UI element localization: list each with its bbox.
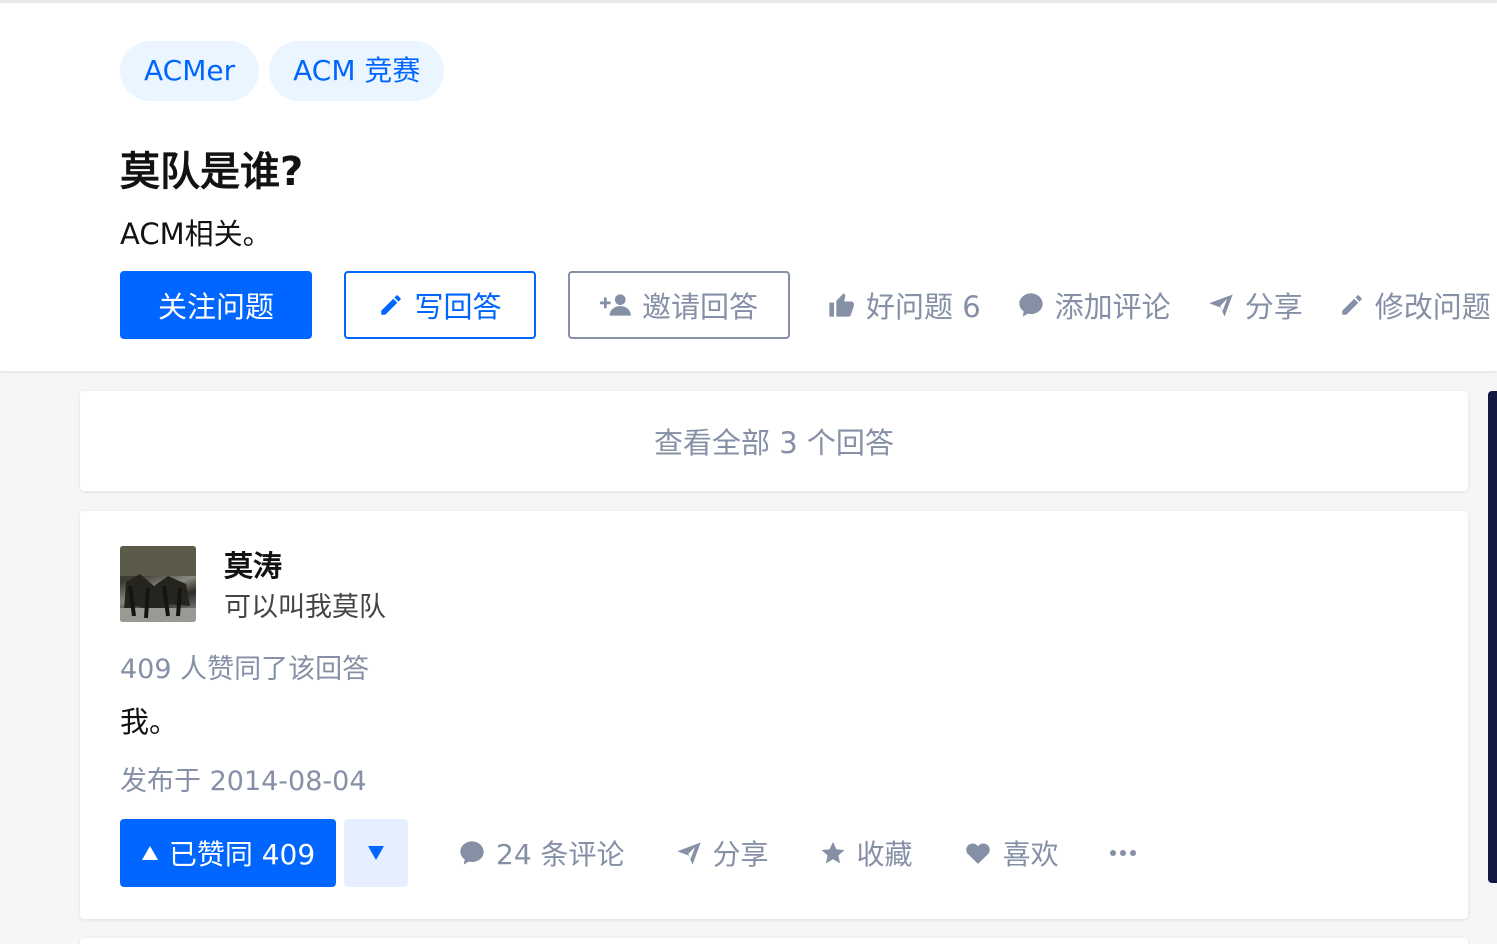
invite-answer-label: 邀请回答 <box>641 290 758 324</box>
star-icon <box>821 841 844 864</box>
question-header: ACMer ACM 竞赛 莫队是谁? ACM相关。 关注问题 写回答 邀请回答 … <box>0 3 1497 371</box>
share-question-label: 分享 <box>1244 290 1303 324</box>
vote-summary: 409 人赞同了该回答 <box>120 654 370 685</box>
comments-button[interactable]: 24 条评论 <box>458 833 625 873</box>
question-title: 莫队是谁? <box>120 149 304 195</box>
like-button[interactable]: 喜欢 <box>963 833 1059 873</box>
topic-tag-acmer[interactable]: ACMer <box>120 41 260 101</box>
downvote-button[interactable] <box>344 819 408 887</box>
question-detail: ACM相关。 <box>120 217 272 251</box>
avatar[interactable] <box>120 546 196 622</box>
heart-icon <box>965 843 990 864</box>
like-label: 喜欢 <box>1002 838 1059 871</box>
collect-button[interactable]: 收藏 <box>819 833 913 873</box>
question-actions: 关注问题 写回答 邀请回答 好问题 6 添加评论 分享 修改问题 <box>120 271 1491 339</box>
edit-question-label: 修改问题 <box>1374 290 1491 324</box>
write-answer-label: 写回答 <box>414 290 502 324</box>
view-all-answers-button[interactable]: 查看全部 3 个回答 <box>80 391 1468 491</box>
edit-question-button[interactable]: 修改问题 <box>1339 284 1491 326</box>
next-answer-card <box>80 938 1468 944</box>
pencil-icon <box>1341 295 1362 315</box>
good-question-button[interactable]: 好问题 6 <box>826 284 981 326</box>
share-answer-button[interactable]: 分享 <box>675 833 769 873</box>
comment-icon <box>460 841 484 865</box>
author-bio: 可以叫我莫队 <box>224 592 386 623</box>
add-comment-button[interactable]: 添加评论 <box>1017 284 1171 326</box>
add-comment-label: 添加评论 <box>1054 290 1171 324</box>
upvote-button[interactable]: 已赞同 409 <box>120 819 336 887</box>
paper-plane-icon <box>676 842 701 865</box>
triangle-up-icon <box>141 846 158 860</box>
write-answer-button[interactable]: 写回答 <box>344 271 536 339</box>
author-name[interactable]: 莫涛 <box>224 543 282 585</box>
triangle-down-icon <box>368 846 384 860</box>
view-all-answers-label: 查看全部 3 个回答 <box>654 426 894 460</box>
add-user-icon <box>599 294 631 316</box>
thumbs-up-icon <box>829 293 854 317</box>
upvote-label: 已赞同 409 <box>168 838 316 871</box>
comment-icon <box>1019 293 1043 317</box>
collect-label: 收藏 <box>856 838 913 871</box>
share-question-button[interactable]: 分享 <box>1207 284 1303 326</box>
publish-time[interactable]: 发布于 2014-08-04 <box>120 759 367 798</box>
more-icon <box>1109 850 1136 856</box>
paper-plane-icon <box>1209 294 1233 317</box>
topic-list: ACMer ACM 竞赛 <box>120 41 445 101</box>
follow-question-button[interactable]: 关注问题 <box>120 271 312 339</box>
invite-answer-button[interactable]: 邀请回答 <box>568 271 790 339</box>
comments-label: 24 条评论 <box>496 838 625 871</box>
side-scrollbar[interactable] <box>1488 391 1497 883</box>
share-answer-label: 分享 <box>712 838 769 871</box>
answer-content: 我。 <box>120 705 179 739</box>
topic-tag-acm-contest[interactable]: ACM 竞赛 <box>269 41 445 101</box>
pencil-icon <box>381 295 402 315</box>
avatar-photo <box>120 546 196 622</box>
answer-actions: 已赞同 409 24 条评论 分享 收藏 喜欢 <box>120 819 1137 887</box>
follow-question-label: 关注问题 <box>157 290 274 324</box>
more-button[interactable] <box>1109 849 1137 857</box>
good-question-label: 好问题 6 <box>866 290 981 324</box>
answer-card: 莫涛 可以叫我莫队 409 人赞同了该回答 我。 发布于 2014-08-04 … <box>80 511 1468 919</box>
